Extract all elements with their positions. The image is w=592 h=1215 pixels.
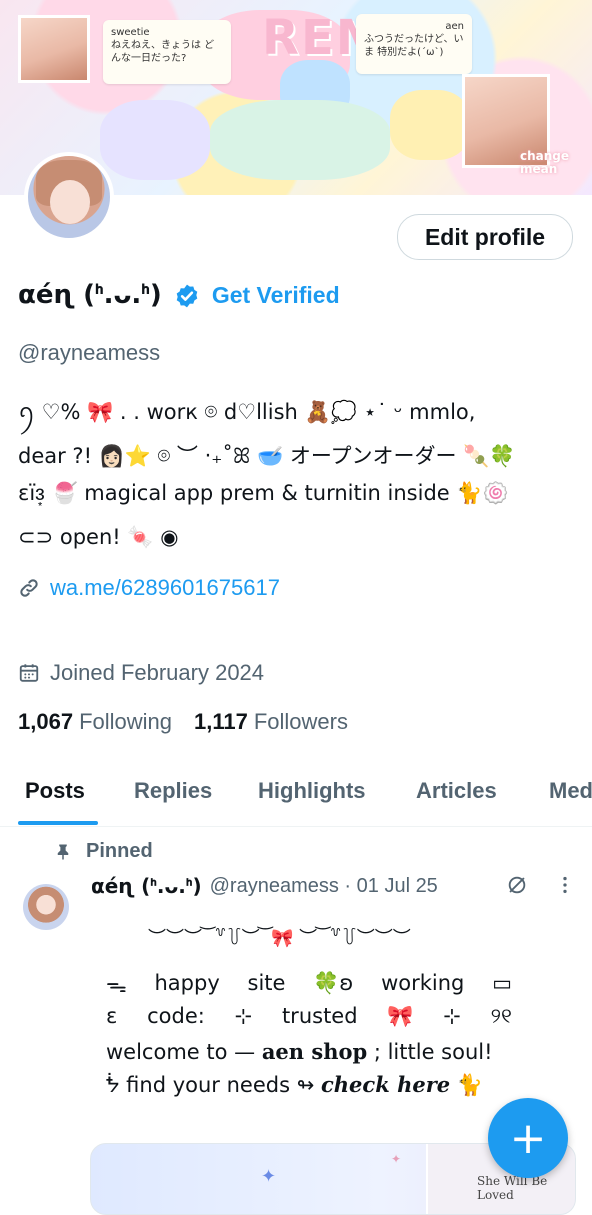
follow-stats: 1,067 Following 1,117 Followers	[18, 709, 370, 735]
post-line3-word: ⊹	[443, 1004, 461, 1028]
post-check-here: check here	[321, 1072, 451, 1097]
profile-avatar[interactable]	[24, 152, 114, 242]
following-label: Following	[79, 709, 172, 734]
joined-date: Joined February 2024	[50, 660, 265, 685]
post-line3-word: 🎀	[387, 1004, 414, 1028]
avatar-face	[50, 180, 90, 224]
post-line3-word: trusted	[281, 1004, 358, 1028]
bio-line-1: ꪆ ♡% 🎀 . . worк ⌾ d♡llish 🧸💭 ⋆˙ ᵕ mmlo,	[18, 400, 476, 424]
profile-handle: @rayneamess	[18, 340, 161, 365]
post-text-line-4: welcome to — aen shop ; little soul!	[106, 1039, 493, 1064]
pinned-row: Pinned	[54, 840, 153, 863]
link-icon	[20, 579, 38, 597]
profile-tabs: Posts Replies Highlights Articles Media	[0, 770, 592, 827]
tab-media[interactable]: Media	[549, 778, 592, 804]
active-tab-indicator	[18, 821, 98, 825]
banner-corner-text: change mean	[520, 149, 570, 176]
profile-name-row: αéɳ (ᑋ.ᴗ.ᑋ) Get Verified	[18, 280, 340, 311]
post-line2-word: working	[381, 971, 465, 995]
display-name: αéɳ (ᑋ.ᴗ.ᑋ)	[18, 280, 162, 310]
bio-line-4: ⊂⊃ open! 🍬 ◉	[18, 525, 179, 549]
post-line5-emoji: 🐈	[456, 1073, 483, 1097]
edit-profile-button[interactable]: Edit profile	[397, 214, 573, 260]
post-line2-word: ▭	[492, 971, 512, 995]
pinned-label: Pinned	[86, 840, 153, 862]
post-line2-word: ᯓ	[106, 973, 127, 997]
profile-link-row: wa.me/6289601675617	[18, 575, 280, 601]
banner-note-right: aen ふつうだったけど、いま 特別だよ(´ω`)	[356, 14, 472, 74]
banner-mint-shape	[210, 100, 390, 180]
post-text-line-5: ᖭ find your needs ↬ check here 🐈	[106, 1072, 483, 1098]
post-line4-post: ; little soul!	[373, 1040, 493, 1064]
pin-icon	[57, 844, 69, 859]
media-sparkle-icon: ✦	[261, 1166, 277, 1187]
verified-badge-icon[interactable]	[174, 283, 200, 309]
post-text-line-3: ɛ code: ⊹ trusted 🎀 ⊹ ୨୧	[106, 1004, 512, 1029]
followers-label: Followers	[253, 709, 348, 734]
post-author-avatar[interactable]	[23, 884, 69, 930]
post-meta: @rayneamess · 01 Jul 25	[209, 874, 438, 897]
post-line3-word: ⊹	[234, 1004, 253, 1028]
post-line3-word: ɛ	[106, 1004, 118, 1028]
post-text-line-1: ︶︶︶ ͝ ꒷꒦︶ ͝ 🎀 ︶ ͝ ꒷꒦︶︶︶	[148, 928, 411, 949]
post-text-line-2: ᯓ happy site 🍀ʚ working ▭	[106, 971, 512, 999]
post-header-icons	[506, 874, 576, 896]
tab-highlights[interactable]: Highlights	[258, 778, 366, 804]
joined-row: Joined February 2024	[18, 660, 264, 686]
banner-note-left: sweetie ねえねえ、きょうは どんな一日だった?	[103, 20, 231, 84]
media-caption: She Will Be Loved	[477, 1174, 548, 1202]
following-count: 1,067	[18, 709, 74, 734]
post-line4-pre: welcome to —	[106, 1040, 256, 1064]
post-line3-word: ୨୧	[490, 1004, 512, 1028]
post-line2-word: site	[247, 971, 286, 995]
banner-lilac-shape	[100, 100, 210, 180]
media-sparkle-icon: ✦	[391, 1152, 402, 1166]
edit-history-icon[interactable]	[506, 874, 528, 896]
post-shop-name: aen shop	[261, 1039, 368, 1064]
post-line3-word: code:	[147, 1004, 205, 1028]
compose-post-button[interactable]: +	[488, 1098, 568, 1178]
banner-note-right-text: ふつうだったけど、いま 特別だよ(´ω`)	[364, 34, 464, 58]
banner-note-right-name: aen	[445, 21, 464, 32]
calendar-icon	[19, 664, 39, 682]
post-author-name[interactable]: αéɳ (ᑋ.ᴗ.ᑋ)	[91, 874, 202, 898]
get-verified-link[interactable]: Get Verified	[212, 282, 340, 309]
banner-photo-left	[18, 15, 90, 83]
followers-count: 1,117	[194, 709, 248, 734]
more-options-icon[interactable]	[554, 874, 576, 896]
post-line2-word: 🍀ʚ	[313, 971, 354, 995]
bio-line-2: dear ?! 👩🏻⭐ ⌾ ︶ ‧₊˚ꕤ 🥣 オープンオーダー 🍡🍀	[18, 444, 516, 468]
post-line5-pre: ᖭ find your needs ↬	[106, 1073, 315, 1097]
bio-line-3: ɛïɜ͙ 🍧 magical app prem & turnitin insid…	[18, 481, 509, 505]
profile-website-link[interactable]: wa.me/6289601675617	[50, 575, 280, 601]
following-link[interactable]: 1,067 Following	[18, 709, 172, 735]
banner-note-left-text: ねえねえ、きょうは どんな一日だった?	[111, 40, 215, 64]
post-line2-word: happy	[154, 971, 220, 995]
tab-posts[interactable]: Posts	[25, 778, 85, 804]
banner-note-left-name: sweetie	[111, 27, 150, 38]
followers-link[interactable]: 1,117 Followers	[194, 709, 348, 735]
post-header: αéɳ (ᑋ.ᴗ.ᑋ) @rayneamess · 01 Jul 25	[91, 874, 438, 898]
tab-replies[interactable]: Replies	[134, 778, 212, 804]
tab-articles[interactable]: Articles	[416, 778, 497, 804]
banner-yellow-shape	[390, 90, 470, 160]
